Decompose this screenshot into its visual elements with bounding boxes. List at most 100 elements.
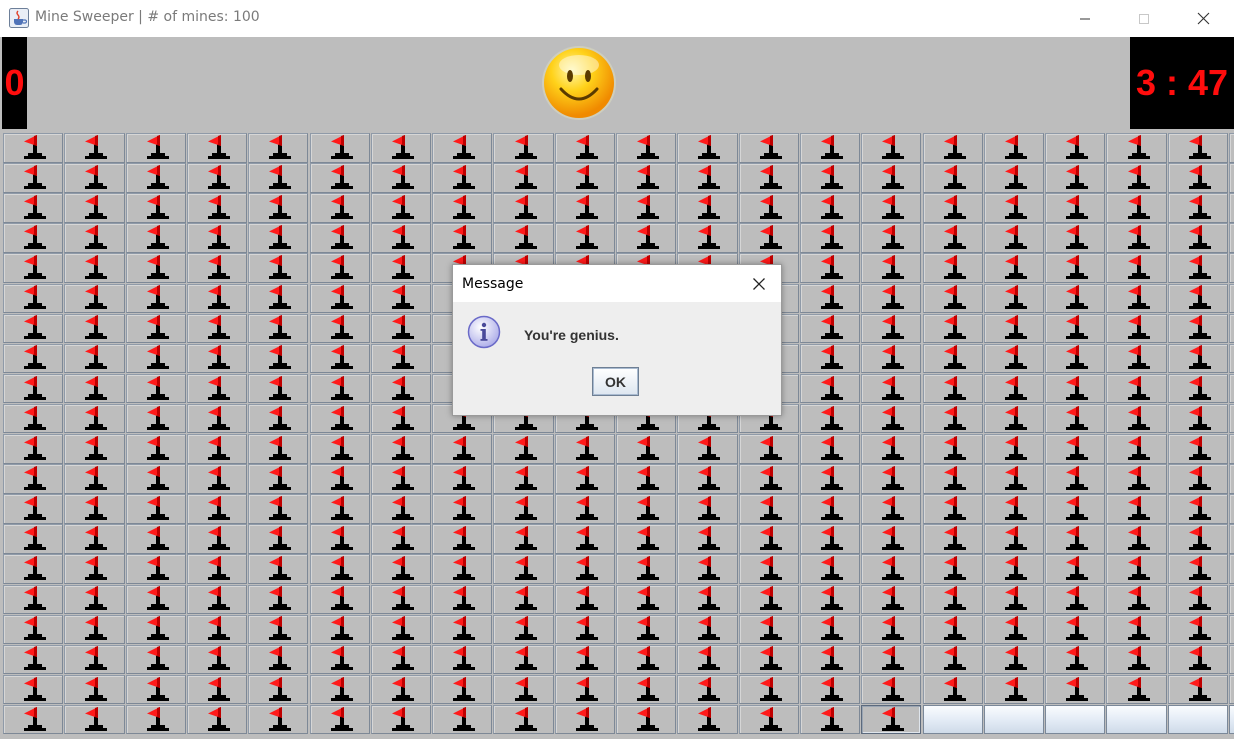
minefield-cell[interactable] (1106, 614, 1167, 645)
minefield-cell[interactable] (616, 193, 677, 223)
minefield-cell[interactable] (983, 343, 1045, 374)
minefield-cell[interactable] (370, 373, 432, 404)
minefield-cell[interactable] (493, 464, 554, 494)
minimize-button[interactable] (1062, 0, 1108, 37)
minefield-cell[interactable] (3, 494, 64, 524)
minefield-cell[interactable] (1167, 403, 1228, 434)
minefield-cell[interactable] (309, 674, 370, 705)
minefield-cell[interactable] (248, 674, 309, 705)
minefield-cell[interactable] (1167, 554, 1228, 584)
minefield-cell[interactable] (64, 253, 125, 283)
minefield-cell[interactable] (922, 403, 983, 434)
minefield-cell[interactable] (1106, 373, 1167, 404)
minefield-cell[interactable] (3, 193, 64, 223)
minefield-cell[interactable] (432, 434, 493, 464)
minefield-cell[interactable] (554, 193, 615, 223)
minefield-cell[interactable] (248, 704, 309, 735)
minefield-cell[interactable] (432, 584, 493, 615)
minefield-cell[interactable] (125, 343, 186, 374)
minefield-cell[interactable] (1167, 464, 1228, 494)
minefield-cell[interactable] (616, 494, 677, 524)
minefield-cell[interactable] (922, 283, 983, 314)
minefield-cell[interactable] (1229, 343, 1234, 374)
minefield-cell[interactable] (432, 554, 493, 584)
minefield-cell[interactable] (1229, 434, 1234, 464)
minefield-cell[interactable] (861, 313, 922, 344)
minefield-cell[interactable] (64, 403, 125, 434)
minefield-cell[interactable] (125, 223, 186, 253)
minefield-cell[interactable] (738, 133, 799, 163)
minefield-cell[interactable] (1106, 193, 1167, 223)
minefield-cell[interactable] (1167, 674, 1228, 705)
minefield-cell[interactable] (309, 434, 370, 464)
minefield-cell[interactable] (1045, 674, 1106, 705)
minefield-cell[interactable] (370, 704, 432, 735)
minefield-cell[interactable] (370, 494, 432, 524)
minefield-cell[interactable] (125, 584, 186, 615)
minefield-cell[interactable] (186, 614, 248, 645)
minefield-cell[interactable] (186, 283, 248, 314)
minefield-cell[interactable] (1167, 283, 1228, 314)
minefield-cell[interactable] (432, 193, 493, 223)
minefield-cell[interactable] (1167, 343, 1228, 374)
close-window-button[interactable] (1180, 0, 1226, 37)
minefield-cell[interactable] (3, 403, 64, 434)
minefield-cell[interactable] (186, 674, 248, 705)
minefield-cell[interactable] (186, 494, 248, 524)
minefield-cell[interactable] (1106, 704, 1167, 735)
minefield-cell[interactable] (1045, 253, 1106, 283)
minefield-cell[interactable] (861, 464, 922, 494)
minefield-cell[interactable] (922, 313, 983, 344)
minefield-cell[interactable] (3, 554, 64, 584)
minefield-cell[interactable] (799, 193, 861, 223)
minefield-cell[interactable] (64, 614, 125, 645)
minefield-cell[interactable] (983, 193, 1045, 223)
minefield-cell[interactable] (554, 674, 615, 705)
minefield-cell[interactable] (861, 133, 922, 163)
minefield-cell[interactable] (370, 193, 432, 223)
minefield-cell[interactable] (1045, 464, 1106, 494)
minefield-cell[interactable] (493, 524, 554, 554)
minefield-cell[interactable] (799, 494, 861, 524)
minefield-cell[interactable] (1229, 223, 1234, 253)
minefield-cell[interactable] (125, 403, 186, 434)
minefield-cell[interactable] (922, 434, 983, 464)
minefield-cell[interactable] (125, 494, 186, 524)
minefield-cell[interactable] (983, 403, 1045, 434)
minefield-cell[interactable] (922, 373, 983, 404)
minefield-cell[interactable] (983, 524, 1045, 554)
minefield-cell[interactable] (1229, 253, 1234, 283)
minefield-cell[interactable] (983, 584, 1045, 615)
minefield-cell[interactable] (3, 524, 64, 554)
minefield-cell[interactable] (370, 313, 432, 344)
minefield-cell[interactable] (493, 223, 554, 253)
minefield-cell[interactable] (799, 434, 861, 464)
minefield-cell[interactable] (922, 674, 983, 705)
minefield-cell[interactable] (1106, 253, 1167, 283)
minefield-cell[interactable] (186, 133, 248, 163)
minefield-cell[interactable] (1045, 283, 1106, 314)
minefield-cell[interactable] (1045, 434, 1106, 464)
minefield-cell[interactable] (1045, 644, 1106, 675)
minefield-cell[interactable] (616, 434, 677, 464)
minefield-cell[interactable] (64, 524, 125, 554)
minefield-cell[interactable] (432, 133, 493, 163)
minefield-cell[interactable] (248, 283, 309, 314)
minefield-cell[interactable] (3, 283, 64, 314)
minefield-cell[interactable] (1167, 193, 1228, 223)
minefield-cell[interactable] (309, 524, 370, 554)
minefield-cell[interactable] (1167, 644, 1228, 675)
minefield-cell[interactable] (1229, 193, 1234, 223)
minefield-cell[interactable] (309, 193, 370, 223)
minefield-cell[interactable] (677, 223, 738, 253)
minefield-cell[interactable] (983, 674, 1045, 705)
minefield-cell[interactable] (3, 584, 64, 615)
minefield-cell[interactable] (370, 133, 432, 163)
minefield-cell[interactable] (432, 614, 493, 645)
minefield-cell[interactable] (554, 704, 615, 735)
minefield-cell[interactable] (64, 434, 125, 464)
minefield-cell[interactable] (738, 494, 799, 524)
minefield-cell[interactable] (1229, 403, 1234, 434)
minefield-cell[interactable] (1106, 163, 1167, 193)
minefield-cell[interactable] (125, 283, 186, 314)
